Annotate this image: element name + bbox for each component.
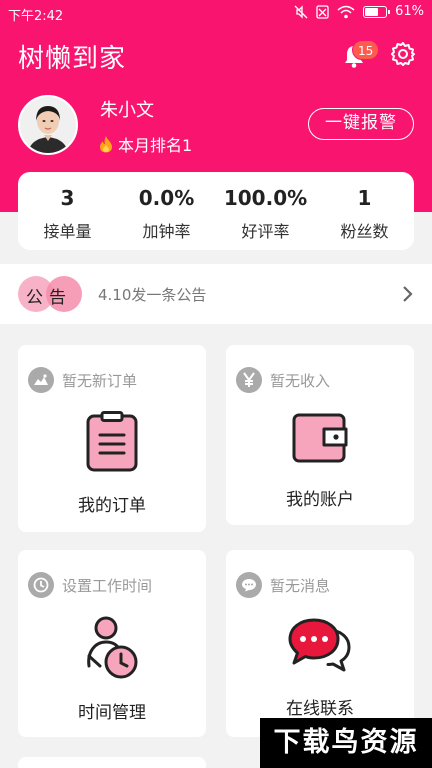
card-label: 在线联系 [286,699,354,719]
watermark: 下载鸟资源 [260,718,432,768]
card-status-text: 暂无收入 [270,371,331,390]
stat-orders[interactable]: 3 接单量 [18,172,117,250]
rank-text: 本月排名1 [118,136,193,155]
stat-label: 好评率 [241,222,290,241]
card-label: 我的账户 [286,490,354,510]
user-photo [20,97,76,153]
avatar[interactable] [18,95,78,155]
battery-icon [363,5,391,18]
time-management-icon [87,616,138,679]
status-bar: 下午2:42 61% [0,0,432,26]
stats-panel: 3 接单量 0.0% 加钟率 100.0% 好评率 1 粉丝数 [18,172,414,250]
username: 朱小文 [100,100,154,121]
notice-bar[interactable]: 公告 4.10发一条公告 [0,264,432,324]
stat-label: 粉丝数 [340,222,389,241]
card-label: 我的订单 [78,496,146,516]
yen-icon [236,367,262,393]
message-icon [236,572,262,598]
monthly-rank: 本月排名1 [98,132,192,156]
stat-value: 1 [357,186,372,210]
fire-icon [100,136,112,153]
app-title: 树懒到家 [18,44,127,74]
status-time: 下午2:42 [8,9,64,24]
card-online-contact[interactable]: 暂无消息 在线联系 [226,550,414,737]
stat-label: 加钟率 [142,222,191,241]
stat-value: 3 [60,186,75,210]
card-status-text: 暂无新订单 [62,371,138,390]
emergency-alarm-button[interactable]: 一键报警 [308,108,414,140]
card-my-orders[interactable]: 暂无新订单 我的订单 [18,345,206,532]
stat-label: 接单量 [43,222,92,241]
stat-value: 100.0% [223,186,308,210]
order-status-icon [28,367,54,393]
card-label: 时间管理 [78,703,146,723]
gear-icon[interactable] [390,41,416,67]
stat-value: 0.0% [138,186,195,210]
stat-positive-rate[interactable]: 100.0% 好评率 [216,172,315,250]
chevron-right-icon [403,286,413,302]
notice-text: 4.10发一条公告 [98,286,207,304]
chat-bubbles-icon [288,618,351,672]
mute-icon [294,4,308,19]
clock-icon [28,572,54,598]
card-my-account[interactable]: 暂无收入 我的账户 [226,345,414,525]
wallet-icon [292,413,348,463]
wifi-icon [337,5,355,18]
notice-tag: 公告 [18,276,82,312]
battery-percent: 61% [395,4,424,19]
clipboard-icon [86,411,138,472]
card-status-text: 设置工作时间 [62,576,153,595]
card-status-text: 暂无消息 [270,576,331,595]
stat-extension-rate[interactable]: 0.0% 加钟率 [117,172,216,250]
stat-fans[interactable]: 1 粉丝数 [315,172,414,250]
notice-tag-label: 公告 [26,288,72,308]
card-time-management[interactable]: 设置工作时间 时间管理 [18,550,206,737]
sim-icon [316,4,329,19]
card-partial [18,757,206,768]
notification-badge: 15 [352,40,380,60]
